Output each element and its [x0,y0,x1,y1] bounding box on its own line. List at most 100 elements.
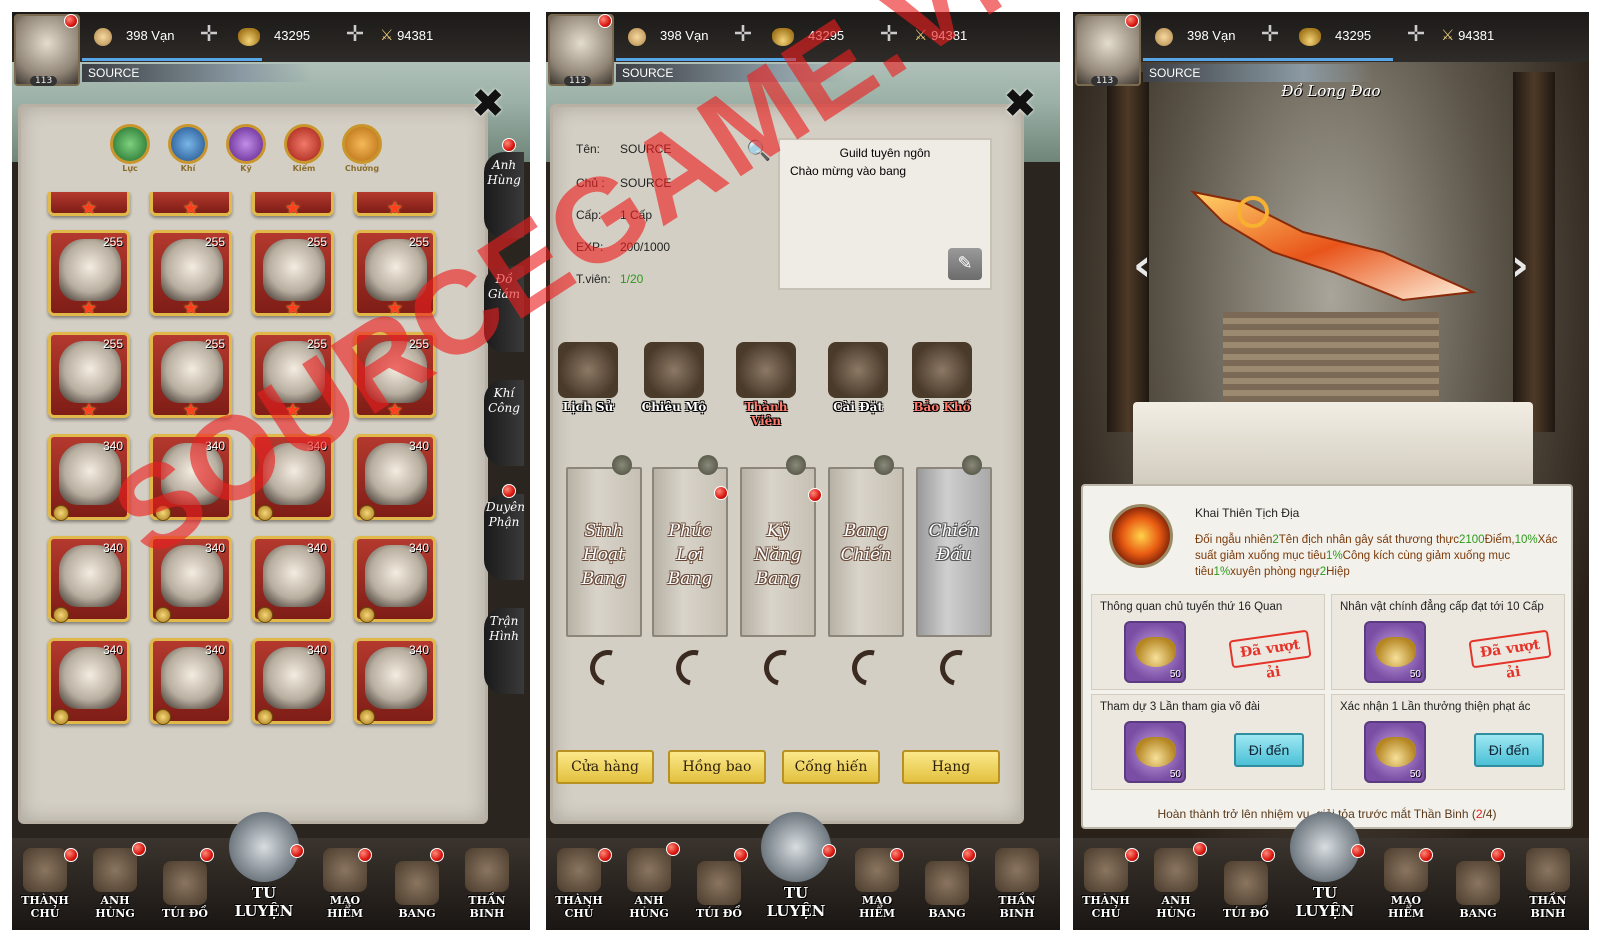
element-tab-khi[interactable]: Khí [166,124,210,173]
scroll-bang-chien[interactable]: Bang Chiến [828,455,904,637]
nav-anh-hung[interactable]: ANH HÙNG [82,848,148,920]
guild-recruit-button[interactable]: Chiêu Mộ [638,342,710,414]
hero-level: 340 [408,643,429,657]
add-silver-button[interactable]: ✛ [198,24,220,46]
nav-than-binh[interactable]: THẦN BINH [1515,848,1581,920]
gold-currency: 43295 [772,24,844,48]
exp-bar [1143,58,1393,61]
hero-card[interactable]: 255 ★ [252,230,334,319]
shop-button[interactable]: Cửa hàng [556,750,654,784]
red-envelope-button[interactable]: Hồng bao [668,750,766,784]
hero-card[interactable]: 340 [354,434,436,521]
reward-item[interactable]: 50 [1364,721,1426,783]
owner-label: Chủ : [576,176,605,190]
hero-card[interactable]: 255 ★ [354,230,436,319]
element-tab-chuong[interactable]: Chưởng [340,124,384,173]
go-to-button[interactable]: Đi đến [1474,733,1544,767]
hero-card[interactable]: 340 [354,638,436,725]
medal-icon [155,709,171,725]
hero-level: 340 [204,439,225,453]
prev-arrow-icon[interactable]: ‹ [1133,240,1151,291]
element-tab-luc[interactable]: Lực [108,124,152,173]
contribute-button[interactable]: Cống hiến [782,750,880,784]
search-icon[interactable]: 🔍 [746,138,771,162]
go-to-button[interactable]: Đi đến [1234,733,1304,767]
hero-card[interactable]: 340 [150,536,232,623]
reward-item[interactable]: 50 [1124,621,1186,683]
scroll-sinh-hoat-bang[interactable]: Sinh Hoạt Bang [566,455,642,637]
hero-card[interactable]: 255 ★ [252,332,334,421]
quest-title: Xác nhận 1 Lần thưởng thiện phạt ác [1340,701,1531,713]
guild-treasury-button[interactable]: Bảo Khố [906,342,978,414]
notification-dot [1125,14,1139,28]
nav-bang[interactable]: BANG [914,861,980,920]
hero-card[interactable]: 340 [252,434,334,521]
silver-currency: 398 Vạn [628,24,708,48]
medal-icon [257,505,273,521]
hero-card[interactable]: 255 ★ [150,230,232,319]
scroll-chien-dau[interactable]: Chiến Đấu [916,455,992,637]
scroll-ky-nang-bang[interactable]: Kỹ Năng Bang [740,455,816,637]
star-icon: ★ [182,298,200,319]
hero-card[interactable]: 255 ★ [150,332,232,421]
edit-icon[interactable]: ✎ [948,248,982,280]
reward-item[interactable]: 50 [1124,721,1186,783]
hero-card[interactable]: 255 ★ [48,230,130,319]
hero-card[interactable]: 340 [354,536,436,623]
add-gold-button[interactable]: ✛ [344,24,366,46]
rank-button[interactable]: Hạng [902,750,1000,784]
hero-card[interactable]: 340 [252,536,334,623]
exp-label: EXP: [576,240,604,254]
hero-card[interactable]: 340 [48,638,130,725]
side-tab-tran-hinh[interactable]: Trận Hình [484,608,524,694]
star-icon: ★ [80,400,98,421]
nav-anh-hung[interactable]: ANH HÙNG [616,848,682,920]
close-icon[interactable]: ✖ [1002,84,1038,124]
hero-card[interactable]: 340 [48,536,130,623]
panel-divine-weapon: 113 398 Vạn ✛ 43295 ✛ ⚔ 94381 SOURCE Đồ … [1073,12,1589,930]
notification-dot [64,14,78,28]
side-tab-khi-cong[interactable]: Khí Công [484,380,524,466]
side-tab-anh-hung[interactable]: Anh Hùng [484,152,524,238]
hero-card[interactable]: 340 [150,434,232,521]
guild-settings-button[interactable]: Cài Đặt [822,342,894,414]
reward-item[interactable]: 50 [1364,621,1426,683]
next-arrow-icon[interactable]: › [1511,240,1529,291]
hero-card[interactable]: 340 [48,434,130,521]
element-tab-kiem[interactable]: Kiếm [282,124,326,173]
medal-icon [53,505,69,521]
add-gold-button[interactable]: ✛ [1405,24,1427,46]
hero-card[interactable]: 255 ★ [48,332,130,421]
nav-anh-hung[interactable]: ANH HÙNG [1143,848,1209,920]
add-silver-button[interactable]: ✛ [732,24,754,46]
nav-bang[interactable]: BANG [1445,861,1511,920]
bottom-nav: THÀNH CHỦ ANH HÙNG TÚI ĐỒ TU LUYỆN MẠO H… [1073,812,1589,930]
add-silver-button[interactable]: ✛ [1259,24,1281,46]
quest-card: Nhân vật chính đẳng cấp đạt tới 10 Cấp 5… [1331,594,1565,690]
hero-card[interactable]: 340 [150,638,232,725]
close-icon[interactable]: ✖ [470,84,506,124]
nav-tui-do[interactable]: TÚI ĐỒ [686,861,752,920]
quest-title: Tham dự 3 Lần tham gia võ đài [1100,701,1260,713]
nav-tu-luyen[interactable]: TU LUYỆN [1285,812,1365,920]
element-tab-ky[interactable]: Kỹ [224,124,268,173]
nav-tu-luyen[interactable]: TU LUYỆN [756,812,836,920]
notification-dot [502,484,516,498]
side-tab-duyen-phan[interactable]: Duyên Phận [484,494,525,580]
nav-bang[interactable]: BANG [384,861,450,920]
guild-declaration-text: Chào mừng vào bang [790,164,907,178]
medal-icon [257,607,273,623]
nav-tui-do[interactable]: TÚI ĐỒ [1213,861,1279,920]
hero-card[interactable]: 255 ★ [354,332,436,421]
guild-history-button[interactable]: Lịch Sử [552,342,624,414]
nav-than-binh[interactable]: THẦN BINH [984,848,1050,920]
hero-card[interactable]: 340 [252,638,334,725]
hero-level: 255 [204,235,225,249]
side-tab-do-giam[interactable]: Đồ Giám [484,266,524,352]
add-gold-button[interactable]: ✛ [878,24,900,46]
hero-level: 340 [102,643,123,657]
guild-members-button[interactable]: Thành Viên [730,342,802,428]
nav-than-binh[interactable]: THẦN BINH [454,848,520,920]
nav-tu-luyen[interactable]: TU LUYỆN [224,812,304,920]
nav-tui-do[interactable]: TÚI ĐỒ [152,861,218,920]
